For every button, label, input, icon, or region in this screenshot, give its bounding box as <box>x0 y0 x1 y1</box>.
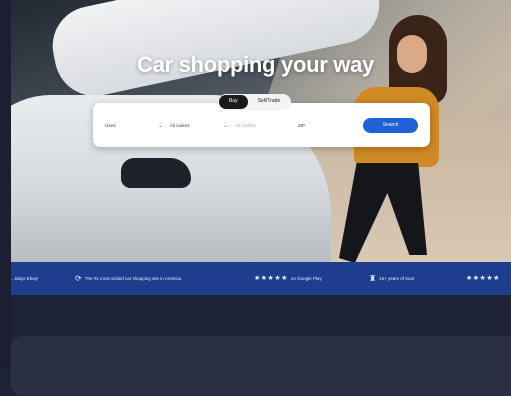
model-select[interactable]: All models <box>235 120 290 132</box>
rating-stars-icon: ★★★★★ <box>254 275 288 283</box>
search-tabs: Buy Sell/Trade <box>218 94 292 110</box>
trust-item: ...tdays Ebay! <box>11 276 39 281</box>
search-button[interactable]: Search <box>363 118 418 133</box>
condition-select[interactable]: Used ⌄ <box>105 120 163 132</box>
make-select[interactable]: All makes ⌄ <box>170 120 228 132</box>
tab-buy[interactable]: Buy <box>219 95 248 109</box>
make-value: All makes <box>170 123 190 128</box>
zip-value: ZIP <box>298 123 306 128</box>
trust-item: ♜ 15+ years of trust <box>369 274 415 284</box>
chevron-down-icon: ⌄ <box>157 123 163 129</box>
trust-bar: ...tdays Ebay! ⟳ The #1 most visited car … <box>11 262 511 295</box>
legs <box>339 163 427 262</box>
rating-stars-icon: ★★★★★ <box>466 275 500 283</box>
trophy-icon: ♜ <box>369 274 377 284</box>
refresh-badge-icon: ⟳ <box>75 274 82 284</box>
trust-item: ⟳ The #1 most visited car shopping site i… <box>75 274 182 284</box>
trust-item: ★★★★★ <box>466 274 503 283</box>
condition-value: Used <box>105 123 116 128</box>
car-mirror <box>121 158 191 188</box>
model-value: All models <box>235 123 256 128</box>
chevron-down-icon: ⌄ <box>222 123 228 129</box>
content-panel <box>11 336 511 396</box>
zip-input[interactable]: ZIP <box>298 120 348 132</box>
trust-item: ★★★★★ on Google Play <box>254 275 322 283</box>
tab-sell-trade[interactable]: Sell/Trade <box>248 95 291 109</box>
hero-headline: Car shopping your way <box>137 52 374 77</box>
